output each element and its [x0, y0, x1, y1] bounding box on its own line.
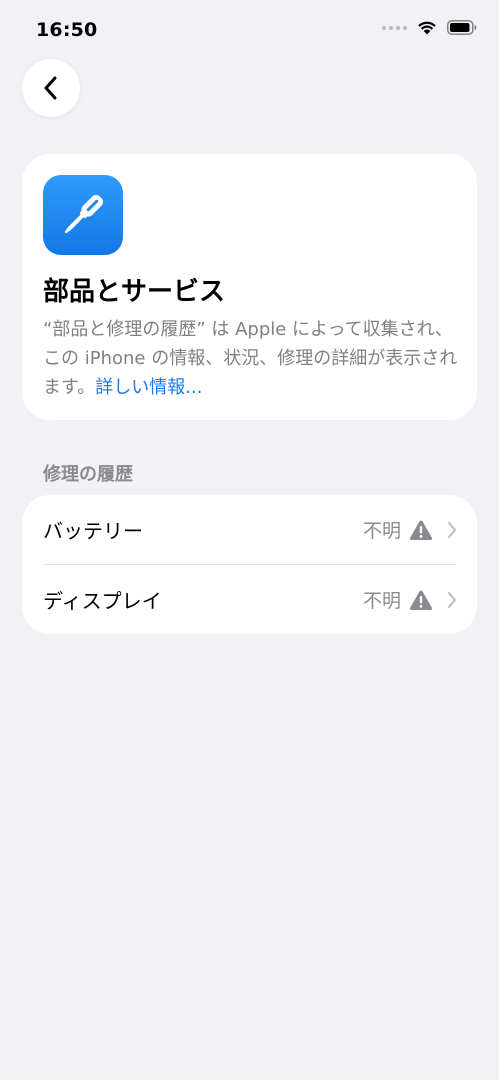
repair-history-section-title: 修理の履歴 — [43, 464, 133, 485]
list-item-value: 不明 — [362, 520, 401, 542]
screwdriver-icon — [43, 175, 123, 255]
list-item-battery[interactable]: バッテリー 不明 — [22, 495, 477, 564]
status-time: 16:50 — [36, 19, 98, 41]
list-item-label: ディスプレイ — [43, 589, 162, 613]
warning-icon — [409, 519, 433, 541]
chevron-right-icon — [447, 591, 457, 609]
parts-and-service-info-card: 部品とサービス “部品と修理の履歴” は Apple によって収集され、この i… — [22, 154, 477, 420]
wifi-icon — [418, 21, 436, 35]
back-button[interactable] — [22, 59, 80, 117]
learn-more-link[interactable]: 詳しい情報... — [95, 377, 202, 398]
card-title: 部品とサービス — [43, 277, 226, 307]
list-item-label: バッテリー — [43, 519, 143, 543]
cellular-signal-icon — [382, 25, 407, 30]
chevron-right-icon — [447, 521, 457, 539]
chevron-left-icon — [44, 76, 57, 100]
status-bar: 16:50 — [0, 0, 499, 60]
list-item-display[interactable]: ディスプレイ 不明 — [22, 565, 477, 634]
list-item-value: 不明 — [362, 590, 401, 612]
battery-icon — [447, 20, 477, 35]
repair-history-list: バッテリー 不明 ディスプレイ 不明 — [22, 495, 477, 634]
card-description: “部品と修理の履歴” は Apple によって収集され、この iPhone の情… — [43, 315, 458, 402]
warning-icon — [409, 589, 433, 611]
status-icons — [382, 20, 477, 35]
